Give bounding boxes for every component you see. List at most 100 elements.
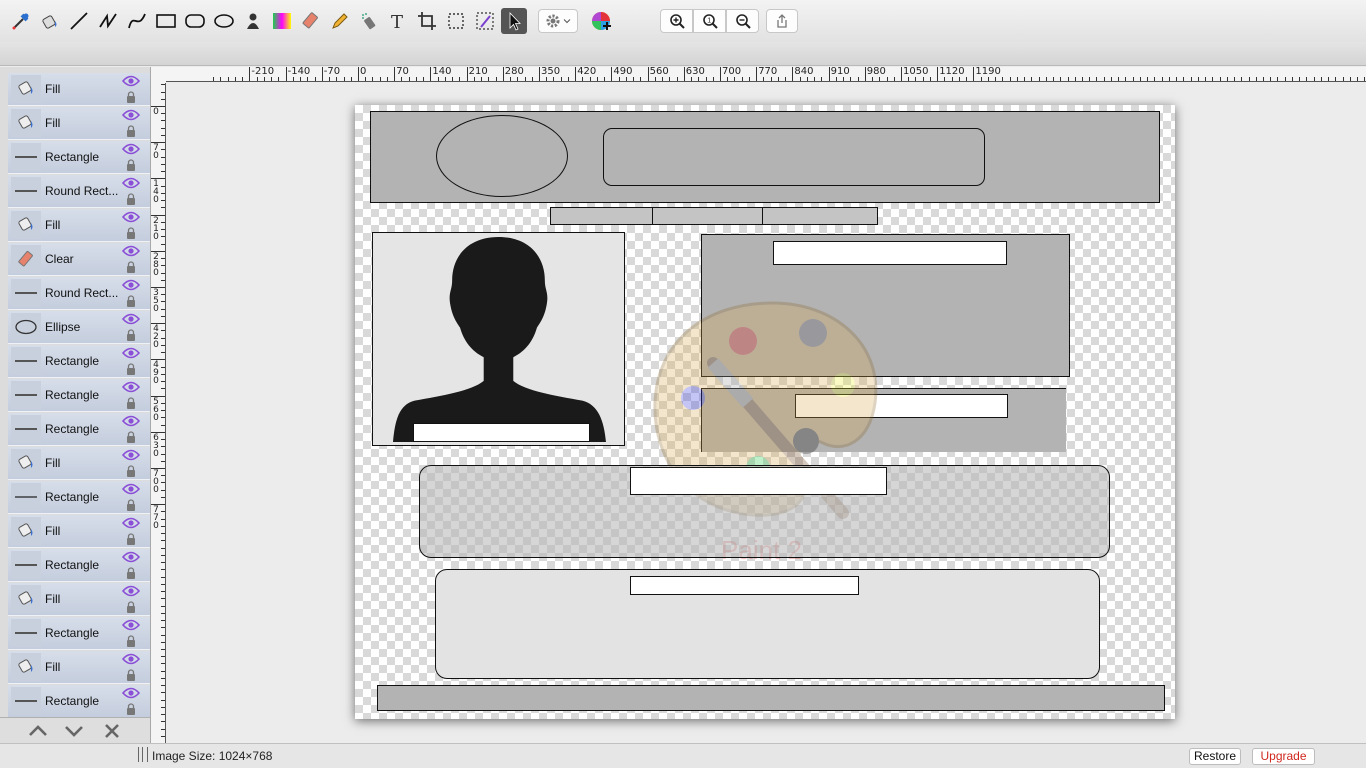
lock-icon[interactable] [126,397,136,409]
lock-icon[interactable] [126,91,136,103]
layer-row[interactable]: Fill [8,515,150,548]
lock-icon[interactable] [126,193,136,205]
visibility-eye-icon[interactable] [122,177,140,189]
stamp-tool-icon[interactable] [240,8,266,34]
ruler-minor-tick [249,77,251,81]
lock-icon[interactable] [126,567,136,579]
layer-row[interactable]: Fill [8,651,150,684]
lock-icon[interactable] [126,499,136,511]
lock-icon[interactable] [126,635,136,647]
layer-row[interactable]: Rectangle [8,481,150,514]
layer-row[interactable]: Rectangle [8,345,150,378]
zoom-in-button[interactable] [660,9,693,33]
visibility-eye-icon[interactable] [122,653,140,665]
visibility-eye-icon[interactable] [122,687,140,699]
curve-tool-icon[interactable] [124,8,150,34]
layer-row[interactable]: Rectangle [8,685,150,717]
visibility-eye-icon[interactable] [122,313,140,325]
color-wheel-icon[interactable] [588,8,614,34]
ruler-minor-tick [161,489,165,491]
lock-icon[interactable] [126,159,136,171]
rectangle-tool-icon[interactable] [153,8,179,34]
lock-icon[interactable] [126,669,136,681]
crop-tool-icon[interactable] [414,8,440,34]
visibility-eye-icon[interactable] [122,279,140,291]
visibility-eye-icon[interactable] [122,143,140,155]
layer-row[interactable]: Fill [8,107,150,140]
layer-row[interactable]: Round Rect... [8,277,150,310]
lock-icon[interactable] [126,703,136,715]
layer-row[interactable]: Fill [8,583,150,616]
ruler-minor-tick [292,77,294,81]
layer-row[interactable]: Ellipse [8,311,150,344]
eyedropper-tool-icon[interactable] [8,8,34,34]
layer-row[interactable]: Rectangle [8,549,150,582]
ruler-minor-tick [415,77,417,81]
layer-row[interactable]: Clear [8,243,150,276]
visibility-eye-icon[interactable] [122,415,140,427]
lock-icon[interactable] [126,329,136,341]
zoom-out-button[interactable] [726,9,759,33]
visibility-eye-icon[interactable] [122,381,140,393]
image-canvas[interactable]: Paint 2 [355,105,1175,719]
layer-row[interactable]: Fill [8,447,150,480]
ruler-minor-tick [161,656,165,658]
visibility-eye-icon[interactable] [122,109,140,121]
ellipse-tool-icon[interactable] [211,8,237,34]
lock-icon[interactable] [126,125,136,137]
layer-row[interactable]: Rectangle [8,379,150,412]
move-layer-up-button[interactable] [27,722,49,740]
canvas-area[interactable]: Paint 2 [166,83,1366,743]
settings-dropdown[interactable] [538,9,578,33]
lock-icon[interactable] [126,227,136,239]
ruler-minor-tick [1291,77,1293,81]
lock-icon[interactable] [126,533,136,545]
spray-tool-icon[interactable] [356,8,382,34]
lock-icon[interactable] [126,363,136,375]
visibility-eye-icon[interactable] [122,347,140,359]
rect-select-tool-icon[interactable] [443,8,469,34]
lock-icon[interactable] [126,261,136,273]
restore-button[interactable]: Restore [1189,748,1241,765]
lock-icon[interactable] [126,295,136,307]
visibility-eye-icon[interactable] [122,585,140,597]
pencil-tool-icon[interactable] [327,8,353,34]
ruler-minor-tick [161,243,165,245]
visibility-eye-icon[interactable] [122,483,140,495]
visibility-eye-icon[interactable] [122,551,140,563]
layer-row[interactable]: Fill [8,73,150,106]
text-tool-icon[interactable]: T [385,8,411,34]
ruler-minor-tick [611,77,613,81]
eraser-tool-icon[interactable] [298,8,324,34]
layer-row[interactable]: Rectangle [8,141,150,174]
visibility-eye-icon[interactable] [122,245,140,257]
bezier-tool-icon[interactable] [95,8,121,34]
rounded-rectangle-tool-icon[interactable] [182,8,208,34]
lock-icon[interactable] [126,601,136,613]
upgrade-button[interactable]: Upgrade [1252,748,1315,765]
visibility-eye-icon[interactable] [122,619,140,631]
layer-row[interactable]: Rectangle [8,413,150,446]
move-layer-down-button[interactable] [63,722,85,740]
gradient-tool-icon[interactable] [269,8,295,34]
logo-ellipse [436,115,568,197]
layer-row[interactable]: Rectangle [8,617,150,650]
pointer-tool-icon[interactable] [501,8,527,34]
visibility-eye-icon[interactable] [122,449,140,461]
visibility-eye-icon[interactable] [122,517,140,529]
magic-select-tool-icon[interactable] [472,8,498,34]
layer-row[interactable]: Fill [8,209,150,242]
ruler-minor-tick [372,77,374,81]
ruler-minor-tick [1031,77,1033,81]
line-tool-icon[interactable] [66,8,92,34]
delete-layer-button[interactable] [101,722,123,740]
fill-tool-icon[interactable] [37,8,63,34]
share-button[interactable] [766,9,798,33]
visibility-eye-icon[interactable] [122,211,140,223]
lock-icon[interactable] [126,465,136,477]
layer-row[interactable]: Round Rect... [8,175,150,208]
lock-icon[interactable] [126,431,136,443]
visibility-eye-icon[interactable] [122,75,140,87]
panel-resize-handle[interactable] [138,747,148,762]
zoom-actual-button[interactable]: 1 [693,9,726,33]
